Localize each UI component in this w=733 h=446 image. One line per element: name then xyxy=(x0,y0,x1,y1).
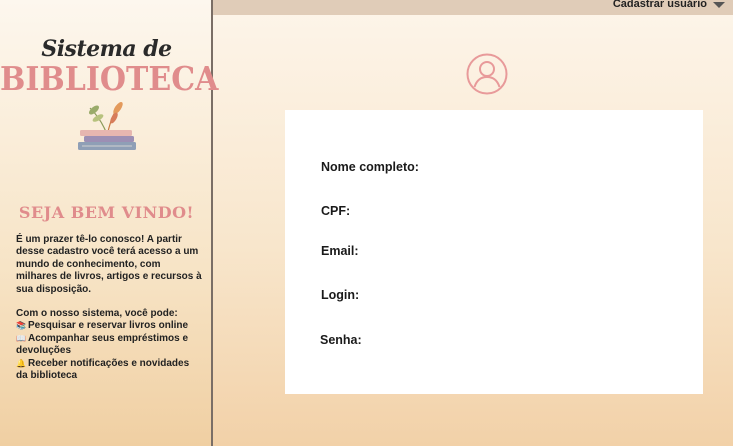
feature-item: 🔔 Receber notificações e novidades da bib… xyxy=(16,358,202,383)
features-heading: Com o nosso sistema, você pode: xyxy=(16,308,178,319)
login-label: Login: xyxy=(321,288,360,302)
senha-label: Senha: xyxy=(320,333,362,347)
cadastrar-usuario-menu[interactable]: Cadastrar usuário xyxy=(613,0,725,10)
login-input[interactable] xyxy=(375,284,665,302)
senha-input[interactable] xyxy=(375,329,665,347)
feature-text: Receber notificações e novidades da bibl… xyxy=(16,357,190,382)
sidebar: Sistema de BIBLIOTECA SEJA BEM VINDO! É … xyxy=(0,0,219,446)
welcome-heading: SEJA BEM VINDO! xyxy=(18,203,195,222)
intro-text: É um prazer tê-lo conosco! A partir dess… xyxy=(16,234,202,295)
features-list: Com o nosso sistema, você pode: 📚 Pesquis… xyxy=(16,308,202,382)
books-icon: 📚 xyxy=(16,321,26,331)
book-icon: 📖 xyxy=(16,333,26,343)
email-label: Email: xyxy=(321,244,359,258)
nome-completo-label: Nome completo: xyxy=(321,160,419,174)
field-login: Login: xyxy=(321,284,359,303)
field-nome-completo: Nome completo: xyxy=(321,156,419,175)
chevron-down-icon[interactable] xyxy=(713,2,725,8)
cpf-label: CPF: xyxy=(321,204,351,218)
logo-title-text: BIBLIOTECA xyxy=(0,60,219,99)
bell-icon: 🔔 xyxy=(16,358,26,368)
field-senha: Senha: xyxy=(320,329,362,348)
cpf-input[interactable] xyxy=(365,200,665,218)
nome-completo-input[interactable] xyxy=(435,156,665,174)
logo-script-text: Sistema de xyxy=(41,36,172,62)
feature-text: Pesquisar e reservar livros online xyxy=(27,320,189,332)
book-stack-icon xyxy=(78,102,136,150)
feature-item: 📚 Pesquisar e reservar livros online xyxy=(16,320,202,332)
top-bar: Cadastrar usuário xyxy=(213,0,733,15)
field-cpf: CPF: xyxy=(321,200,350,219)
email-input[interactable] xyxy=(375,240,665,258)
registration-form: Nome completo: CPF: Email: Login: Senha: xyxy=(285,110,703,394)
menu-label: Cadastrar usuário xyxy=(612,0,707,10)
user-avatar-icon xyxy=(466,53,508,95)
feature-text: Acompanhar seus empréstimos e devoluções xyxy=(16,332,189,357)
feature-item: 📖 Acompanhar seus empréstimos e devoluçõe… xyxy=(16,333,202,358)
field-email: Email: xyxy=(321,240,359,259)
